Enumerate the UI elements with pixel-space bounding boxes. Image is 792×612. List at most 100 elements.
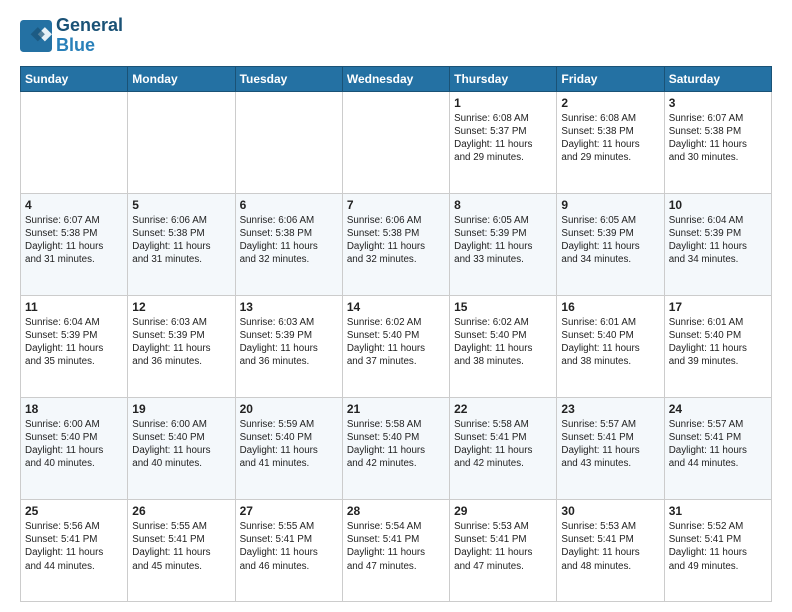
day-info: Sunrise: 5:58 AM Sunset: 5:40 PM Dayligh… (347, 418, 445, 471)
calendar-day-cell: 22 Sunrise: 5:58 AM Sunset: 5:41 PM Dayli… (450, 397, 557, 499)
day-info: Sunrise: 6:03 AM Sunset: 5:39 PM Dayligh… (132, 316, 230, 369)
day-number: 10 (669, 198, 767, 212)
calendar-day-cell: 24 Sunrise: 5:57 AM Sunset: 5:41 PM Dayli… (664, 397, 771, 499)
calendar-day-cell: 30 Sunrise: 5:53 AM Sunset: 5:41 PM Dayli… (557, 499, 664, 601)
calendar-table: SundayMondayTuesdayWednesdayThursdayFrid… (20, 66, 772, 602)
day-info: Sunrise: 5:57 AM Sunset: 5:41 PM Dayligh… (669, 418, 767, 471)
day-info: Sunrise: 5:53 AM Sunset: 5:41 PM Dayligh… (454, 520, 552, 573)
day-info: Sunrise: 6:06 AM Sunset: 5:38 PM Dayligh… (240, 214, 338, 267)
calendar-day-cell: 12 Sunrise: 6:03 AM Sunset: 5:39 PM Dayli… (128, 295, 235, 397)
calendar-day-cell: 2 Sunrise: 6:08 AM Sunset: 5:38 PM Daylig… (557, 91, 664, 193)
day-number: 26 (132, 504, 230, 518)
day-number: 30 (561, 504, 659, 518)
day-info: Sunrise: 6:06 AM Sunset: 5:38 PM Dayligh… (132, 214, 230, 267)
calendar-day-cell: 6 Sunrise: 6:06 AM Sunset: 5:38 PM Daylig… (235, 193, 342, 295)
day-info: Sunrise: 6:01 AM Sunset: 5:40 PM Dayligh… (561, 316, 659, 369)
day-number: 25 (25, 504, 123, 518)
day-info: Sunrise: 5:55 AM Sunset: 5:41 PM Dayligh… (240, 520, 338, 573)
day-number: 12 (132, 300, 230, 314)
calendar-day-cell: 21 Sunrise: 5:58 AM Sunset: 5:40 PM Dayli… (342, 397, 449, 499)
day-info: Sunrise: 6:07 AM Sunset: 5:38 PM Dayligh… (669, 112, 767, 165)
calendar-week-row: 25 Sunrise: 5:56 AM Sunset: 5:41 PM Dayli… (21, 499, 772, 601)
calendar-day-cell: 27 Sunrise: 5:55 AM Sunset: 5:41 PM Dayli… (235, 499, 342, 601)
calendar-day-cell: 13Sunrise: 6:03 AM Sunset: 5:39 PM Dayli… (235, 295, 342, 397)
calendar-day-header: Tuesday (235, 66, 342, 91)
calendar-day-cell: 11 Sunrise: 6:04 AM Sunset: 5:39 PM Dayli… (21, 295, 128, 397)
day-info: Sunrise: 5:55 AM Sunset: 5:41 PM Dayligh… (132, 520, 230, 573)
day-info: Sunrise: 5:57 AM Sunset: 5:41 PM Dayligh… (561, 418, 659, 471)
day-info: Sunrise: 6:03 AM Sunset: 5:39 PM Dayligh… (240, 316, 338, 369)
day-info: Sunrise: 6:02 AM Sunset: 5:40 PM Dayligh… (347, 316, 445, 369)
calendar-day-cell: 7 Sunrise: 6:06 AM Sunset: 5:38 PM Daylig… (342, 193, 449, 295)
day-number: 27 (240, 504, 338, 518)
day-number: 9 (561, 198, 659, 212)
calendar-day-cell: 26 Sunrise: 5:55 AM Sunset: 5:41 PM Dayli… (128, 499, 235, 601)
day-number: 4 (25, 198, 123, 212)
header: General Blue (20, 16, 772, 56)
logo: General Blue (20, 16, 123, 56)
day-info: Sunrise: 5:56 AM Sunset: 5:41 PM Dayligh… (25, 520, 123, 573)
calendar-week-row: 4 Sunrise: 6:07 AM Sunset: 5:38 PM Daylig… (21, 193, 772, 295)
calendar-day-cell: 18 Sunrise: 6:00 AM Sunset: 5:40 PM Dayli… (21, 397, 128, 499)
calendar-day-cell: 31 Sunrise: 5:52 AM Sunset: 5:41 PM Dayli… (664, 499, 771, 601)
day-number: 21 (347, 402, 445, 416)
day-number: 20 (240, 402, 338, 416)
logo-icon (20, 20, 52, 52)
calendar-day-cell (128, 91, 235, 193)
day-info: Sunrise: 6:05 AM Sunset: 5:39 PM Dayligh… (454, 214, 552, 267)
calendar-day-header: Friday (557, 66, 664, 91)
day-number: 2 (561, 96, 659, 110)
calendar-day-cell: 20Sunrise: 5:59 AM Sunset: 5:40 PM Dayli… (235, 397, 342, 499)
calendar-week-row: 11 Sunrise: 6:04 AM Sunset: 5:39 PM Dayli… (21, 295, 772, 397)
calendar-day-cell (235, 91, 342, 193)
day-number: 15 (454, 300, 552, 314)
day-number: 7 (347, 198, 445, 212)
calendar-day-cell: 19 Sunrise: 6:00 AM Sunset: 5:40 PM Dayli… (128, 397, 235, 499)
day-number: 6 (240, 198, 338, 212)
day-info: Sunrise: 6:08 AM Sunset: 5:38 PM Dayligh… (561, 112, 659, 165)
day-number: 28 (347, 504, 445, 518)
day-number: 16 (561, 300, 659, 314)
day-number: 31 (669, 504, 767, 518)
day-number: 24 (669, 402, 767, 416)
calendar-day-cell: 4 Sunrise: 6:07 AM Sunset: 5:38 PM Daylig… (21, 193, 128, 295)
day-info: Sunrise: 6:04 AM Sunset: 5:39 PM Dayligh… (669, 214, 767, 267)
calendar-day-cell: 15Sunrise: 6:02 AM Sunset: 5:40 PM Dayli… (450, 295, 557, 397)
logo-text: General Blue (56, 16, 123, 56)
day-info: Sunrise: 6:05 AM Sunset: 5:39 PM Dayligh… (561, 214, 659, 267)
calendar-day-cell: 16 Sunrise: 6:01 AM Sunset: 5:40 PM Dayli… (557, 295, 664, 397)
calendar-day-header: Wednesday (342, 66, 449, 91)
calendar-day-cell: 9 Sunrise: 6:05 AM Sunset: 5:39 PM Daylig… (557, 193, 664, 295)
day-number: 19 (132, 402, 230, 416)
calendar-day-cell: 1Sunrise: 6:08 AM Sunset: 5:37 PM Daylig… (450, 91, 557, 193)
calendar-day-header: Saturday (664, 66, 771, 91)
day-number: 1 (454, 96, 552, 110)
day-info: Sunrise: 5:54 AM Sunset: 5:41 PM Dayligh… (347, 520, 445, 573)
day-info: Sunrise: 6:00 AM Sunset: 5:40 PM Dayligh… (132, 418, 230, 471)
calendar-day-cell: 8 Sunrise: 6:05 AM Sunset: 5:39 PM Daylig… (450, 193, 557, 295)
calendar-day-cell: 3 Sunrise: 6:07 AM Sunset: 5:38 PM Daylig… (664, 91, 771, 193)
calendar-header-row: SundayMondayTuesdayWednesdayThursdayFrid… (21, 66, 772, 91)
calendar-day-cell: 17 Sunrise: 6:01 AM Sunset: 5:40 PM Dayli… (664, 295, 771, 397)
day-info: Sunrise: 6:06 AM Sunset: 5:38 PM Dayligh… (347, 214, 445, 267)
day-number: 22 (454, 402, 552, 416)
calendar-day-cell: 23Sunrise: 5:57 AM Sunset: 5:41 PM Dayli… (557, 397, 664, 499)
day-number: 8 (454, 198, 552, 212)
day-number: 14 (347, 300, 445, 314)
day-info: Sunrise: 5:58 AM Sunset: 5:41 PM Dayligh… (454, 418, 552, 471)
day-info: Sunrise: 5:52 AM Sunset: 5:41 PM Dayligh… (669, 520, 767, 573)
day-info: Sunrise: 6:01 AM Sunset: 5:40 PM Dayligh… (669, 316, 767, 369)
page: General Blue SundayMondayTuesdayWednesda… (0, 0, 792, 612)
day-number: 3 (669, 96, 767, 110)
day-number: 18 (25, 402, 123, 416)
day-info: Sunrise: 6:04 AM Sunset: 5:39 PM Dayligh… (25, 316, 123, 369)
calendar-week-row: 18 Sunrise: 6:00 AM Sunset: 5:40 PM Dayli… (21, 397, 772, 499)
calendar-day-cell: 28 Sunrise: 5:54 AM Sunset: 5:41 PM Dayli… (342, 499, 449, 601)
day-info: Sunrise: 6:07 AM Sunset: 5:38 PM Dayligh… (25, 214, 123, 267)
day-number: 17 (669, 300, 767, 314)
calendar-day-cell: 29Sunrise: 5:53 AM Sunset: 5:41 PM Dayli… (450, 499, 557, 601)
day-info: Sunrise: 6:00 AM Sunset: 5:40 PM Dayligh… (25, 418, 123, 471)
calendar-day-header: Thursday (450, 66, 557, 91)
day-number: 11 (25, 300, 123, 314)
day-info: Sunrise: 5:53 AM Sunset: 5:41 PM Dayligh… (561, 520, 659, 573)
